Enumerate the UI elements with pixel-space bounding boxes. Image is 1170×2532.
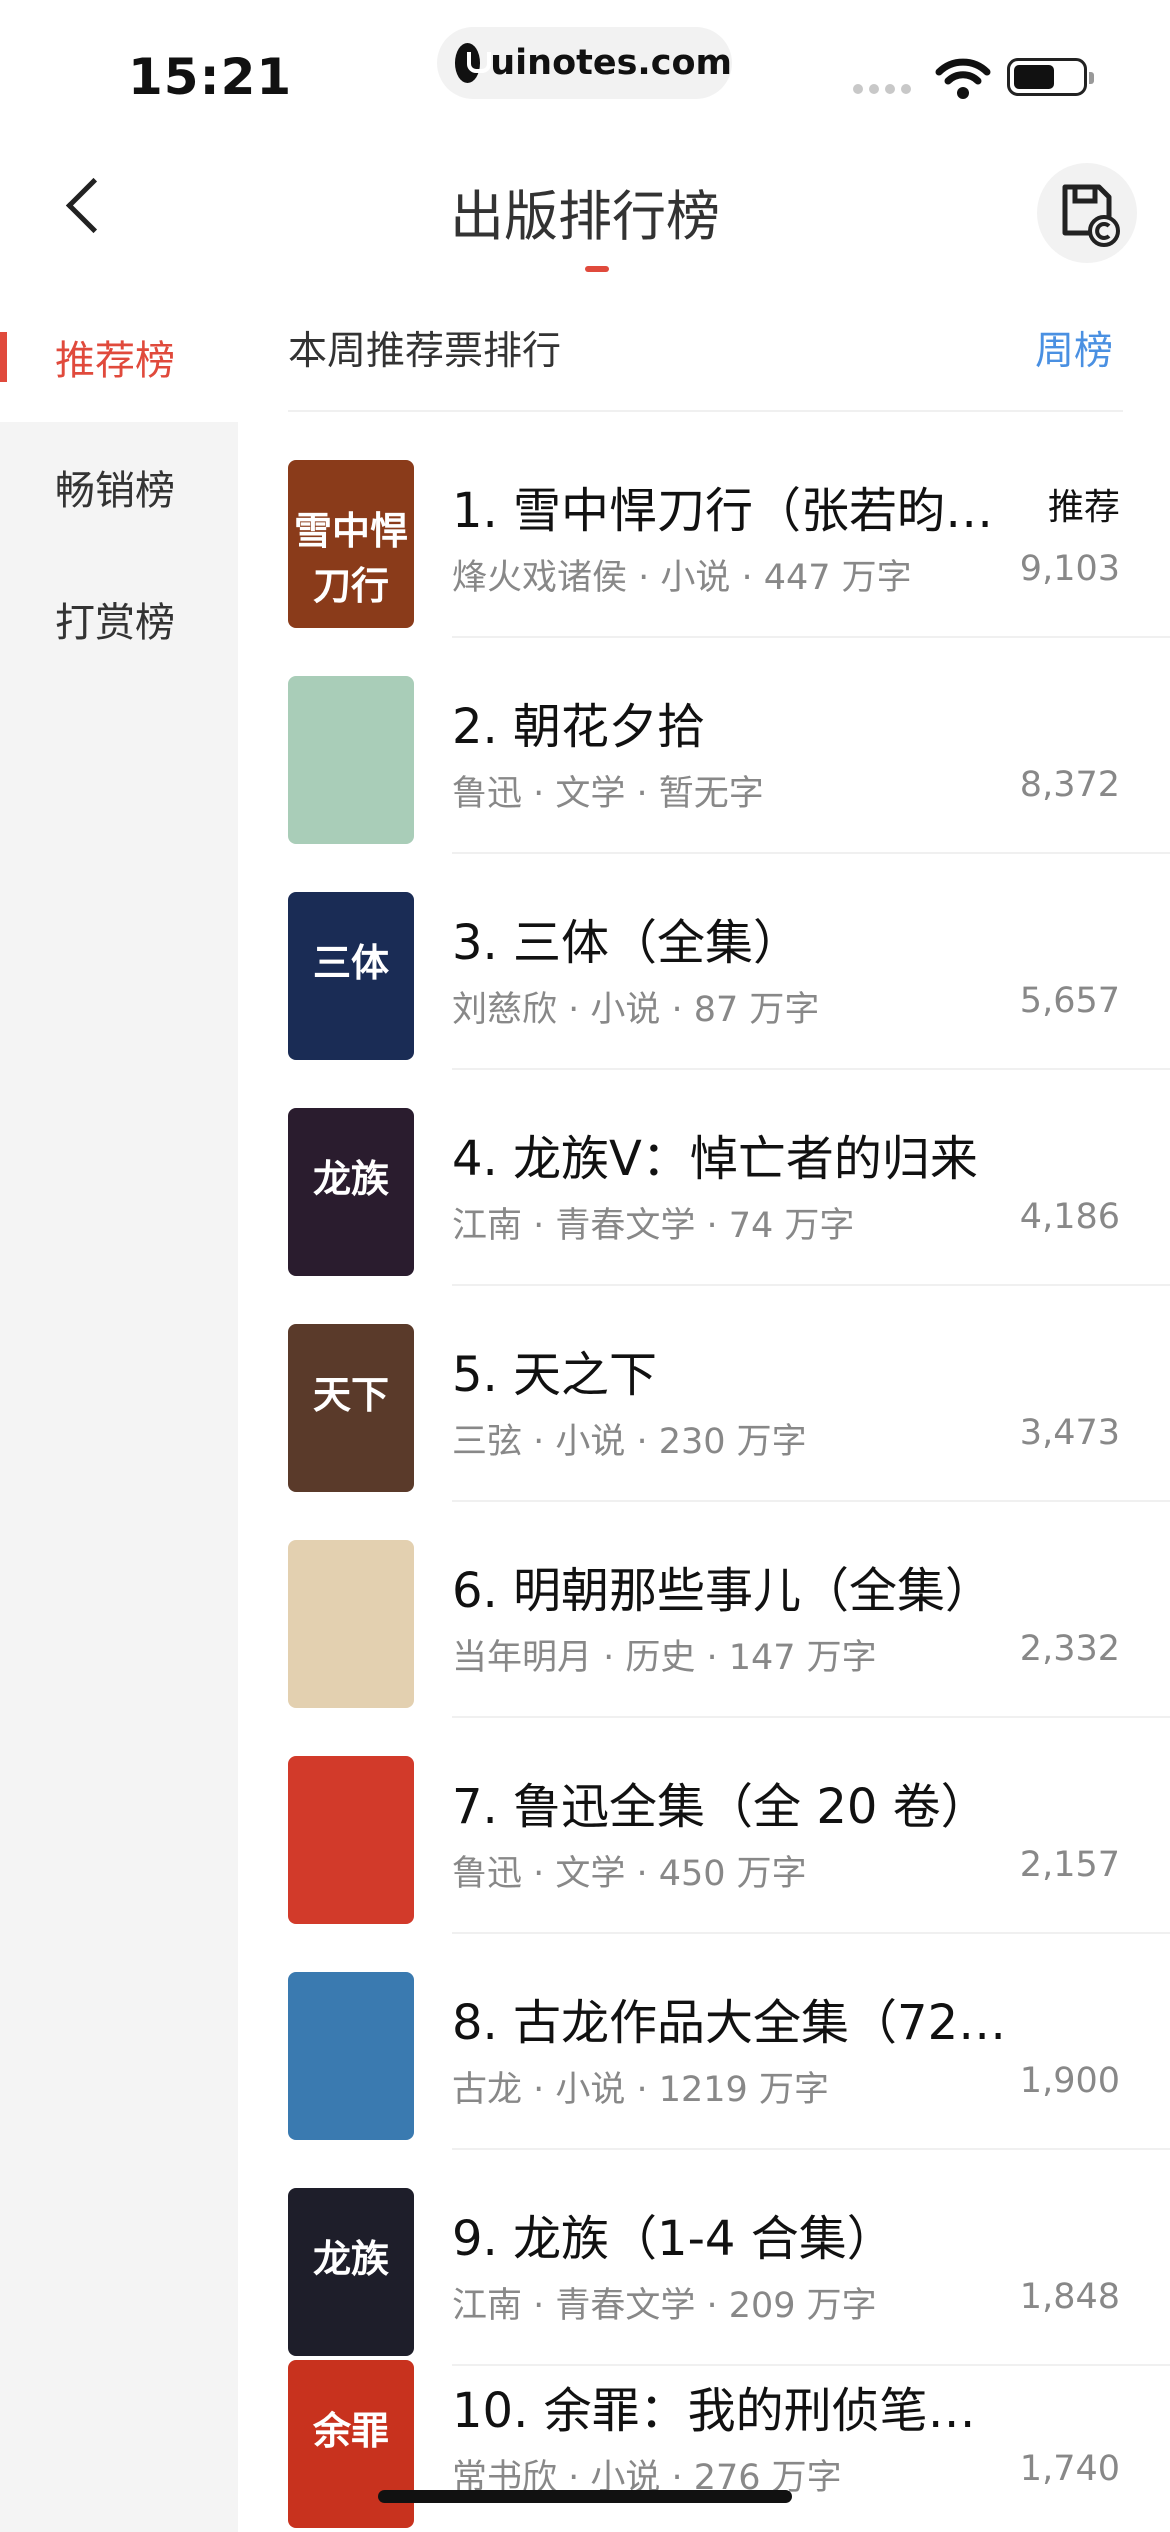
vote-count: 2,157 xyxy=(1019,1845,1120,1885)
book-title: 4. 龙族Ⅴ：悼亡者的归来 xyxy=(452,1131,978,1187)
cover-title: 龙族 xyxy=(312,2237,389,2281)
book-cover: 天下 xyxy=(288,1324,414,1492)
vote-count: 5,657 xyxy=(1019,981,1120,1021)
sidebar-item-recommend[interactable]: 推荐榜 xyxy=(0,292,238,422)
url-pill[interactable]: uinotes.com xyxy=(437,27,732,99)
book-cover xyxy=(288,1540,414,1708)
book-title: 6. 明朝那些事儿（全集） xyxy=(452,1563,994,1619)
cover-title: 天下 xyxy=(312,1373,389,1417)
status-bar: 15:21 uinotes.com xyxy=(0,0,1170,140)
book-meta: 鲁迅 · 文学 · 450 万字 xyxy=(452,1854,807,1894)
title-indicator xyxy=(585,266,609,272)
vote-count: 1,740 xyxy=(1019,2449,1120,2489)
sidebar-item-label: 畅销榜 xyxy=(55,468,175,514)
list-item[interactable]: 三体 3. 三体（全集） 刘慈欣 · 小说 · 87 万字 5,657 xyxy=(288,848,1170,1070)
book-cover: 雪中悍刀行 xyxy=(288,460,414,628)
vote-count: 1,900 xyxy=(1019,2061,1120,2101)
cellular-signal-icon xyxy=(853,84,911,94)
home-indicator xyxy=(378,2490,792,2503)
page-title: 出版排行榜 xyxy=(450,185,720,248)
book-title: 8. 古龙作品大全集（72… xyxy=(452,1995,1007,2051)
url-text: uinotes.com xyxy=(490,43,732,83)
book-meta: 烽火戏诸侯 · 小说 · 447 万字 xyxy=(452,558,912,598)
active-indicator xyxy=(0,332,7,382)
list-item[interactable]: 天下 5. 天之下 三弦 · 小说 · 230 万字 3,473 xyxy=(288,1280,1170,1502)
list-item[interactable]: 7. 鲁迅全集（全 20 卷） 鲁迅 · 文学 · 450 万字 2,157 xyxy=(288,1712,1170,1934)
list-item[interactable]: 雪中悍刀行 1. 雪中悍刀行（张若昀、… 推荐 烽火戏诸侯 · 小说 · 447… xyxy=(288,416,1170,638)
book-meta: 江南 · 青春文学 · 74 万字 xyxy=(452,1206,855,1246)
cover-title: 三体 xyxy=(312,941,389,985)
list-item[interactable]: 2. 朝花夕拾 鲁迅 · 文学 · 暂无字 8,372 xyxy=(288,632,1170,854)
book-title: 1. 雪中悍刀行（张若昀、… xyxy=(452,483,1012,539)
book-title: 10. 余罪：我的刑侦笔记… xyxy=(452,2383,1012,2439)
section-title: 本周推荐票排行 xyxy=(288,329,562,374)
book-meta: 古龙 · 小说 · 1219 万字 xyxy=(452,2070,829,2110)
book-title: 9. 龙族（1-4 合集） xyxy=(452,2211,895,2267)
list-item[interactable]: 龙族 4. 龙族Ⅴ：悼亡者的归来 江南 · 青春文学 · 74 万字 4,186 xyxy=(288,1064,1170,1286)
book-cover: 三体 xyxy=(288,892,414,1060)
book-cover xyxy=(288,1756,414,1924)
book-meta: 鲁迅 · 文学 · 暂无字 xyxy=(452,774,764,814)
vote-count: 3,473 xyxy=(1019,1413,1120,1453)
book-title: 7. 鲁迅全集（全 20 卷） xyxy=(452,1779,989,1835)
sidebar-item-reward[interactable]: 打赏榜 xyxy=(0,554,238,684)
book-cover xyxy=(288,1972,414,2140)
site-logo-icon xyxy=(455,43,492,83)
cover-title: 雪中悍刀行 xyxy=(293,509,408,608)
cover-title: 龙族 xyxy=(312,1157,389,1201)
book-meta: 刘慈欣 · 小说 · 87 万字 xyxy=(452,990,820,1030)
vote-count: 2,332 xyxy=(1019,1629,1120,1669)
vote-count: 9,103 xyxy=(1019,549,1120,589)
list-item[interactable]: 8. 古龙作品大全集（72… 古龙 · 小说 · 1219 万字 1,900 xyxy=(288,1928,1170,2150)
book-meta: 三弦 · 小说 · 230 万字 xyxy=(452,1422,807,1462)
status-time: 15:21 xyxy=(128,48,293,106)
sidebar-item-label: 打赏榜 xyxy=(55,600,175,646)
recommend-badge: 推荐 xyxy=(1047,487,1120,528)
sidebar: 推荐榜 畅销榜 打赏榜 xyxy=(0,292,238,2532)
battery-icon xyxy=(1007,58,1094,96)
wifi-icon xyxy=(935,58,991,99)
vote-count: 4,186 xyxy=(1019,1197,1120,1237)
save-button[interactable] xyxy=(1037,163,1137,263)
cover-title: 余罪 xyxy=(312,2409,389,2453)
vote-count: 1,848 xyxy=(1019,2277,1120,2317)
period-switch-button[interactable]: 周榜 xyxy=(1035,320,1113,376)
save-copyright-icon xyxy=(1062,184,1120,247)
book-cover: 龙族 xyxy=(288,1108,414,1276)
sidebar-item-bestseller[interactable]: 畅销榜 xyxy=(0,422,238,552)
book-title: 2. 朝花夕拾 xyxy=(452,699,706,755)
divider xyxy=(288,410,1123,412)
book-title: 5. 天之下 xyxy=(452,1347,658,1403)
book-title: 3. 三体（全集） xyxy=(452,915,802,971)
list-item[interactable]: 6. 明朝那些事儿（全集） 当年明月 · 历史 · 147 万字 2,332 xyxy=(288,1496,1170,1718)
book-meta: 当年明月 · 历史 · 147 万字 xyxy=(452,1638,877,1678)
book-cover xyxy=(288,676,414,844)
sidebar-item-label: 推荐榜 xyxy=(55,338,175,384)
vote-count: 8,372 xyxy=(1019,765,1120,805)
